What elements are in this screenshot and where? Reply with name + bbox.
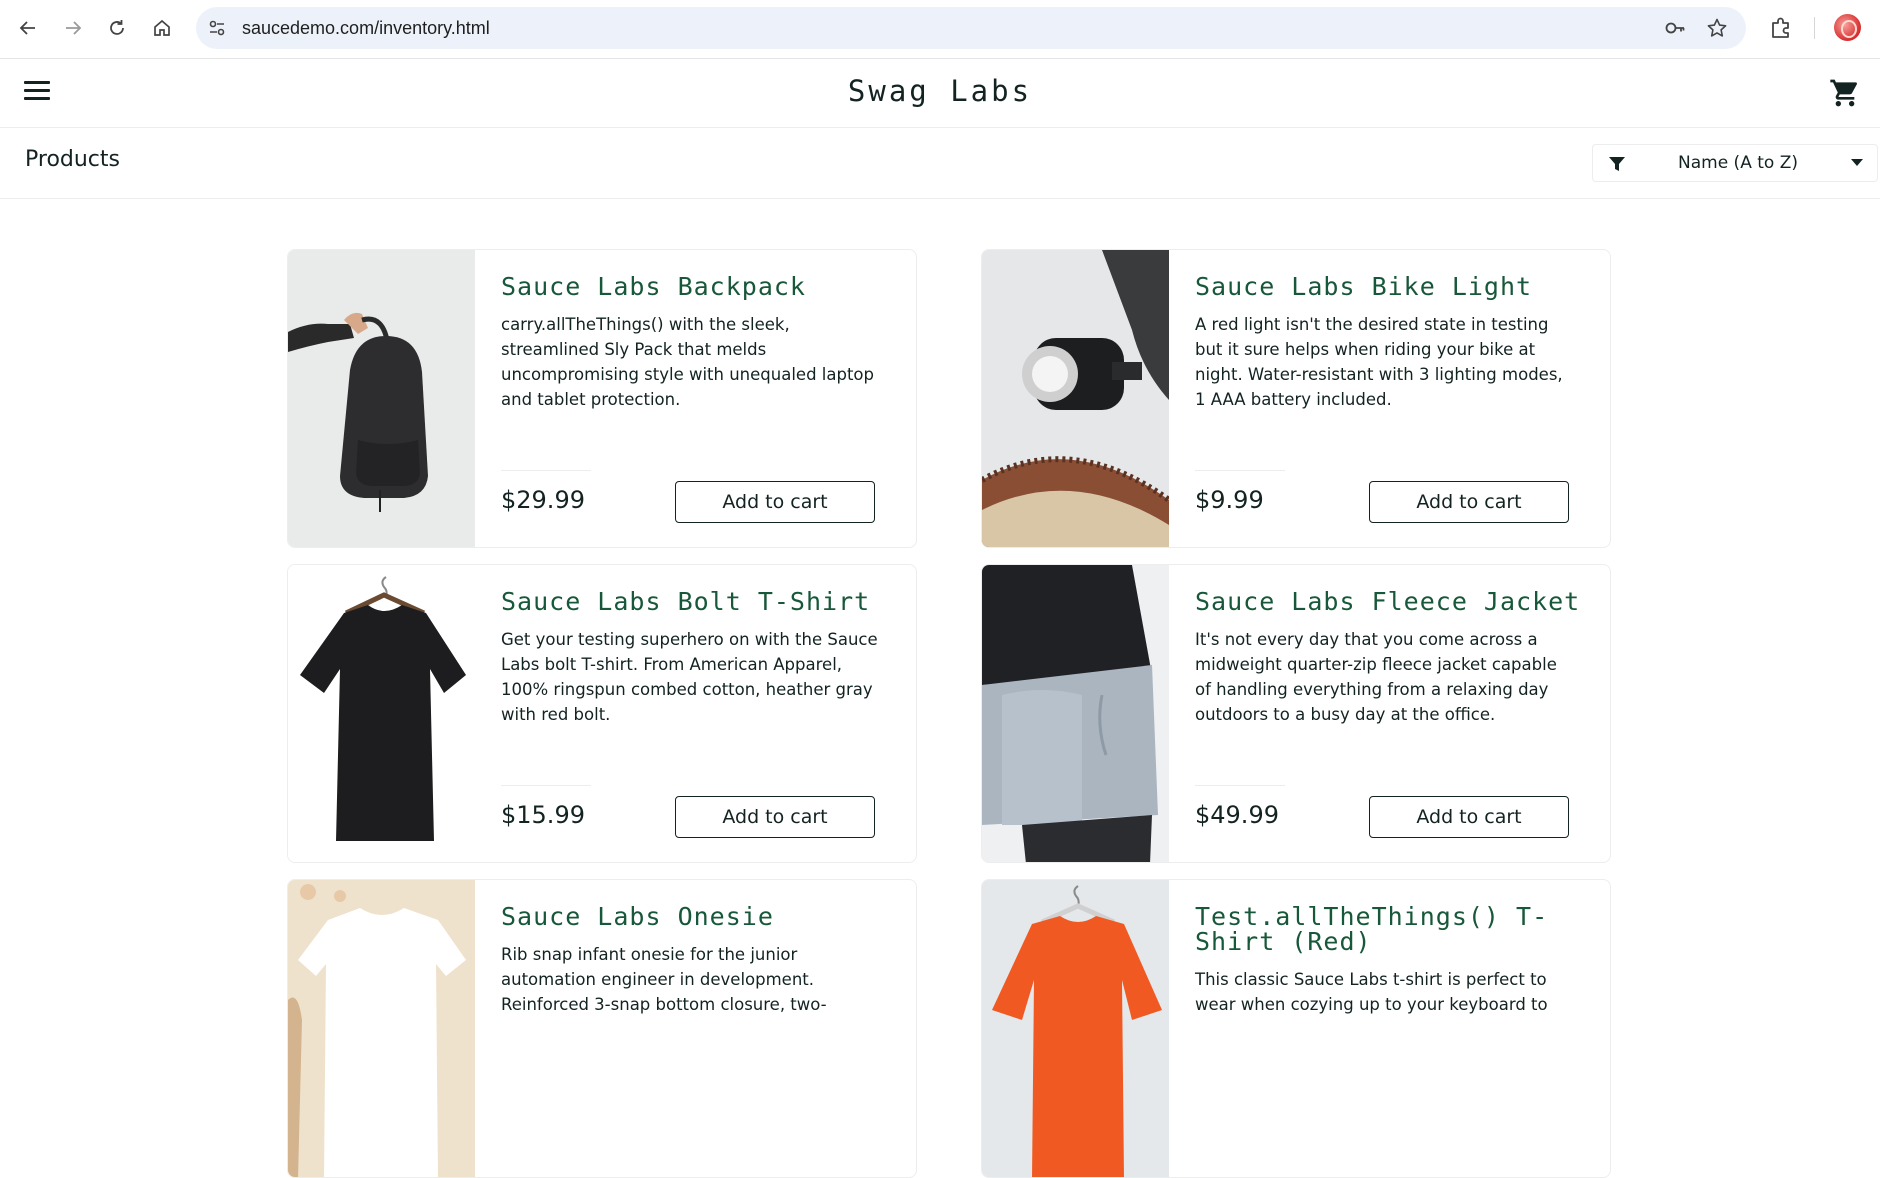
url-text[interactable]: saucedemo.com/inventory.html — [242, 7, 490, 49]
reload-icon — [110, 20, 124, 35]
product-description: It's not every day that you come across … — [1195, 630, 1557, 724]
add-to-cart-button[interactable]: Add to cart — [1369, 481, 1569, 523]
secondary-header: Products Name (A to Z) — [0, 128, 1880, 199]
home-icon — [154, 19, 170, 36]
product-description: A red light isn't the desired state in t… — [1195, 315, 1563, 409]
extensions-puzzle-icon[interactable] — [1768, 15, 1794, 41]
price-divider — [501, 785, 591, 786]
browser-toolbar: saucedemo.com/inventory.html — [0, 0, 1880, 59]
product-image-fleece-jacket[interactable] — [982, 565, 1169, 862]
product-name[interactable]: Sauce Labs Fleece Jacket — [1195, 589, 1585, 614]
shopping-cart-icon[interactable] — [1829, 77, 1861, 109]
reload-button[interactable] — [101, 12, 133, 44]
app-logo: Swag Labs — [847, 74, 1033, 108]
address-bar[interactable]: saucedemo.com/inventory.html — [196, 7, 1746, 49]
chevron-down-icon — [1851, 159, 1863, 166]
inventory-item: Sauce Labs Fleece Jacket It's not every … — [981, 564, 1611, 863]
inventory-item: Sauce Labs Onesie Rib snap infant onesie… — [287, 879, 917, 1178]
product-sort-select[interactable]: Name (A to Z) — [1592, 144, 1878, 182]
back-arrow-icon — [19, 21, 35, 35]
forward-button[interactable] — [57, 12, 89, 44]
password-key-icon[interactable] — [1664, 17, 1686, 39]
product-price: $9.99 — [1195, 486, 1264, 514]
app-header: Swag Labs — [0, 59, 1880, 128]
product-description: Rib snap infant onesie for the junior au… — [501, 945, 827, 1014]
inventory-item: Sauce Labs Backpack carry.allTheThings()… — [287, 249, 917, 548]
product-image-red-tshirt[interactable] — [982, 880, 1169, 1177]
inventory-item: Sauce Labs Bolt T-Shirt Get your testing… — [287, 564, 917, 863]
add-to-cart-button[interactable]: Add to cart — [1369, 796, 1569, 838]
home-button[interactable] — [146, 12, 178, 44]
price-divider — [501, 470, 591, 471]
product-name[interactable]: Test.allTheThings() T-Shirt (Red) — [1195, 904, 1585, 954]
add-to-cart-button[interactable]: Add to cart — [675, 481, 875, 523]
product-name[interactable]: Sauce Labs Onesie — [501, 904, 891, 929]
product-image-bolt-tshirt[interactable] — [288, 565, 475, 862]
toolbar-divider — [1814, 17, 1815, 39]
product-name[interactable]: Sauce Labs Bolt T-Shirt — [501, 589, 891, 614]
page-title: Products — [25, 147, 120, 172]
profile-avatar[interactable] — [1834, 14, 1861, 41]
product-description: carry.allTheThings() with the sleek, str… — [501, 315, 874, 409]
product-description: Get your testing superhero on with the S… — [501, 630, 878, 724]
product-description: This classic Sauce Labs t-shirt is perfe… — [1195, 970, 1548, 1014]
price-divider — [1195, 785, 1285, 786]
product-price: $29.99 — [501, 486, 585, 514]
bookmark-star-icon[interactable] — [1706, 17, 1728, 39]
product-image-onesie[interactable] — [288, 880, 475, 1177]
site-settings-icon[interactable] — [207, 18, 227, 38]
inventory-item: Sauce Labs Bike Light A red light isn't … — [981, 249, 1611, 548]
product-name[interactable]: Sauce Labs Bike Light — [1195, 274, 1585, 299]
add-to-cart-button[interactable]: Add to cart — [675, 796, 875, 838]
inventory-item: Test.allTheThings() T-Shirt (Red) This c… — [981, 879, 1611, 1178]
product-name[interactable]: Sauce Labs Backpack — [501, 274, 891, 299]
filter-funnel-icon — [1609, 157, 1625, 171]
product-image-backpack[interactable] — [288, 250, 475, 547]
product-price: $49.99 — [1195, 801, 1279, 829]
sort-selected-value: Name (A to Z) — [1678, 153, 1798, 173]
product-image-bike-light[interactable] — [982, 250, 1169, 547]
forward-arrow-icon — [66, 21, 82, 35]
product-price: $15.99 — [501, 801, 585, 829]
back-button[interactable] — [12, 12, 44, 44]
price-divider — [1195, 470, 1285, 471]
